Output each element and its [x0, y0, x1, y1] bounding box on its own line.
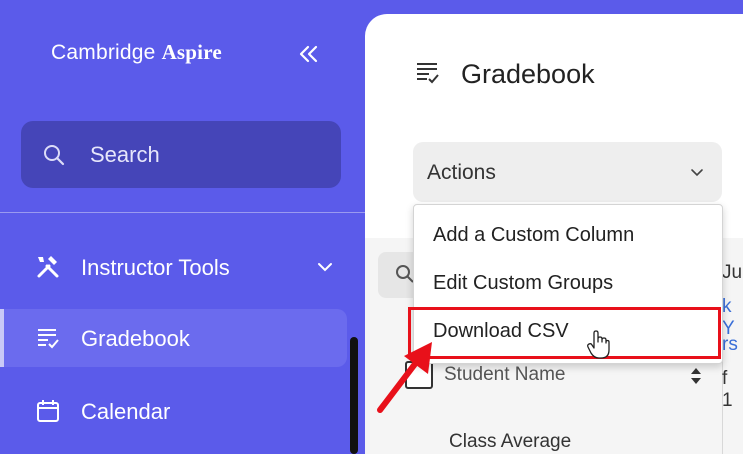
chevron-down-icon[interactable] [315, 257, 335, 277]
brand-suffix: Aspire [161, 40, 222, 64]
brand-prefix: Cambridge [51, 41, 156, 64]
sidebar: Cambridge Aspire Search Instructor Tools [0, 0, 365, 454]
class-average-label: Class Average [449, 431, 572, 452]
sidebar-item-label: Instructor Tools [81, 255, 230, 280]
highlight-box [408, 307, 721, 359]
collapse-sidebar-icon[interactable] [296, 42, 320, 66]
sidebar-item-gradebook[interactable]: Gradebook [0, 309, 347, 367]
sidebar-item-label: Gradebook [81, 326, 190, 351]
actions-dropdown[interactable]: Actions [413, 142, 722, 202]
page-title: Gradebook [461, 59, 595, 89]
sort-icon[interactable] [689, 366, 703, 386]
gradebook-icon [38, 329, 59, 349]
brand-logo[interactable]: Cambridge Aspire [51, 40, 222, 65]
sidebar-item-calendar[interactable]: Calendar [0, 382, 347, 440]
actions-label: Actions [427, 161, 496, 184]
gradebook-icon [417, 63, 439, 84]
sidebar-item-instructor-tools[interactable]: Instructor Tools [0, 238, 347, 296]
sidebar-search[interactable]: Search [21, 121, 341, 188]
column-header-cut: Ju [722, 262, 743, 283]
menu-item-label: Edit Custom Groups [433, 272, 614, 294]
sidebar-item-label: Calendar [81, 399, 171, 424]
menu-item-add-custom-column[interactable]: Add a Custom Column [415, 212, 721, 258]
menu-item-label: Add a Custom Column [433, 224, 635, 246]
tools-icon [37, 256, 59, 278]
sidebar-divider [0, 212, 365, 213]
student-name-header[interactable]: Student Name [444, 364, 565, 386]
menu-item-edit-custom-groups[interactable]: Edit Custom Groups [415, 260, 721, 306]
chevron-down-icon [691, 169, 703, 177]
column-link-cut[interactable]: rs [722, 334, 738, 356]
sidebar-scrollbar[interactable] [350, 337, 358, 454]
search-label: Search [90, 142, 160, 167]
hand-cursor-icon [587, 330, 610, 359]
search-icon [396, 265, 414, 283]
search-icon [44, 145, 65, 166]
column-info-cut: f 1 [722, 368, 733, 411]
calendar-icon [37, 400, 59, 422]
pointer-arrow-icon [377, 342, 432, 413]
